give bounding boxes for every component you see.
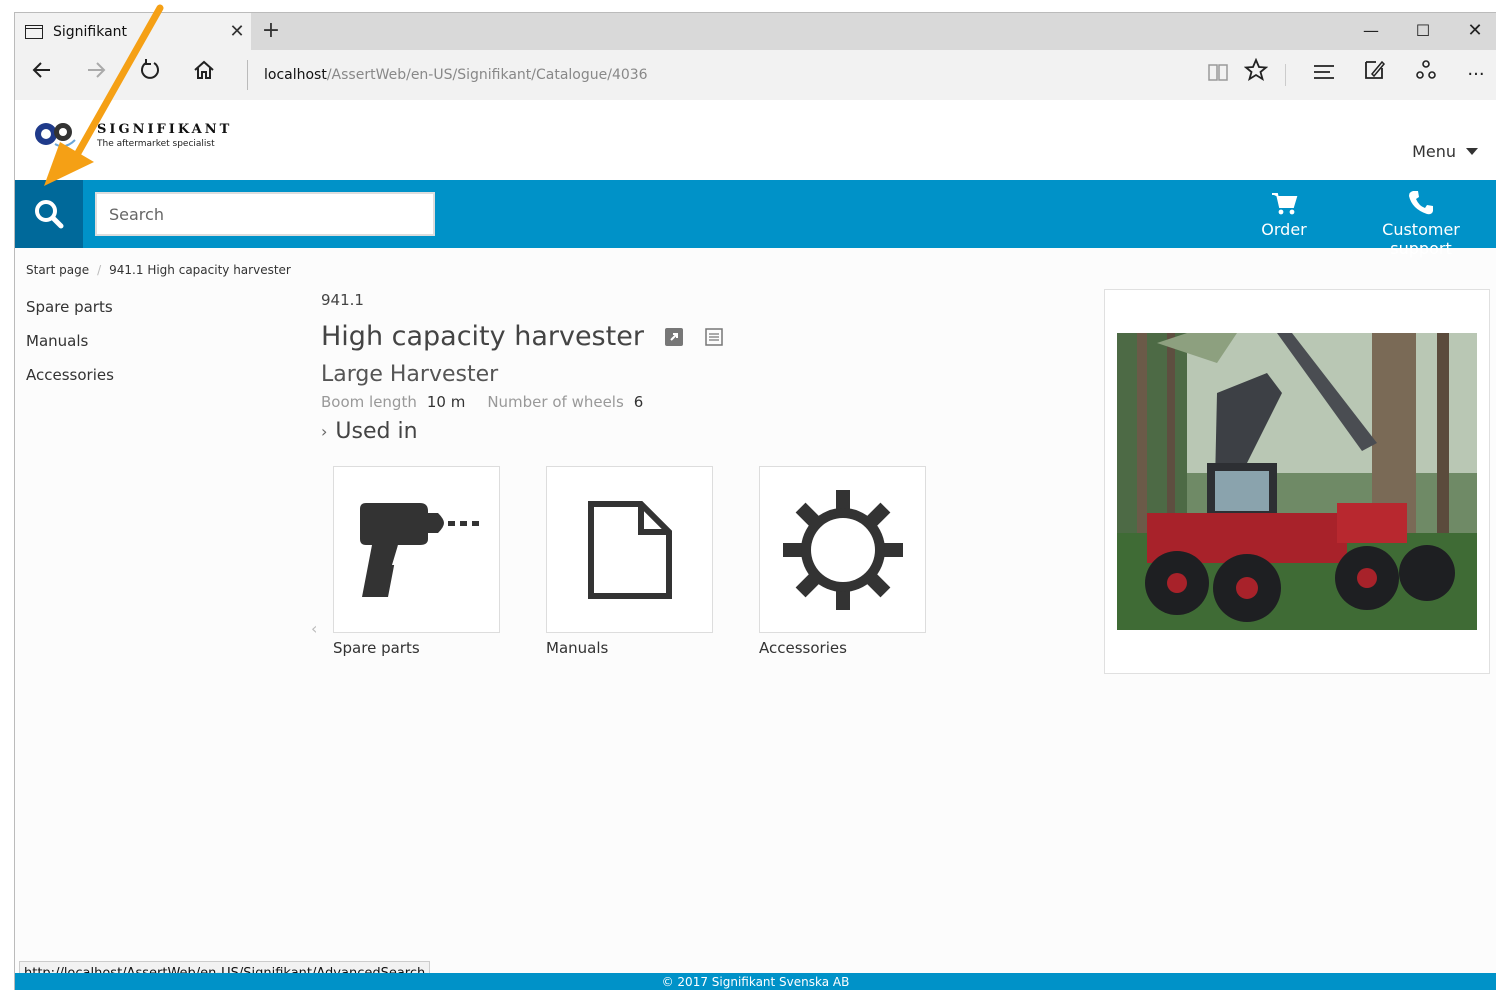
search-input[interactable] (95, 192, 435, 236)
back-button[interactable] (25, 58, 59, 92)
copyright-text: © 2017 Signifikant Svenska AB (661, 975, 850, 989)
hub-icon (1314, 65, 1334, 79)
sidebar-item-manuals[interactable]: Manuals (26, 331, 114, 365)
share-button[interactable] (1409, 58, 1443, 92)
brand-name: SIGNIFIKANT (97, 122, 233, 137)
drill-icon (359, 502, 479, 597)
product-details: 941.1 High capacity harvester Large Harv… (321, 291, 1081, 444)
close-tab-icon[interactable]: ✕ (223, 21, 251, 42)
category-cards: Spare parts Manuals Accessories (333, 466, 926, 657)
refresh-icon (141, 59, 159, 79)
minimize-button[interactable]: — (1345, 13, 1397, 50)
caret-down-icon (1466, 148, 1478, 155)
card-label: Manuals (546, 639, 609, 657)
cart-icon (1272, 193, 1298, 215)
property-label: Boom length (321, 393, 417, 411)
sidebar-item-spare-parts[interactable]: Spare parts (26, 297, 114, 331)
product-title: High capacity harvester (321, 321, 644, 352)
card-manuals[interactable]: Manuals (546, 466, 713, 657)
tab-signifikant[interactable]: Signifikant ✕ (15, 13, 251, 50)
tab-title: Signifikant (53, 23, 128, 40)
card-image[interactable] (333, 466, 500, 633)
page-icon (25, 24, 43, 39)
star-icon (1243, 57, 1269, 81)
share-icon (1416, 60, 1436, 79)
back-arrow-icon (32, 62, 50, 78)
carousel-prev-button[interactable]: ‹ (311, 619, 317, 638)
property-value: 10 m (426, 393, 466, 411)
advanced-search-button[interactable] (15, 180, 83, 248)
refresh-button[interactable] (133, 58, 167, 92)
web-note-button[interactable] (1357, 58, 1391, 92)
breadcrumb-current: 941.1 High capacity harvester (109, 263, 291, 277)
close-window-button[interactable]: ✕ (1449, 13, 1496, 50)
new-tab-button[interactable]: + (251, 13, 291, 50)
address-bar[interactable]: localhost/AssertWeb/en-US/Signifikant/Ca… (247, 60, 648, 90)
product-number: 941.1 (321, 291, 364, 309)
search-icon (35, 200, 64, 229)
brand-tagline: The aftermarket specialist (97, 139, 215, 149)
used-in-toggle[interactable]: › Used in (321, 419, 1081, 444)
support-label: Customer support (1382, 220, 1460, 258)
action-bar: Order Customer support (15, 180, 1496, 258)
browser-window: Signifikant ✕ + — ☐ ✕ localhost/AssertWe… (14, 12, 1496, 990)
sidebar-item-accessories[interactable]: Accessories (26, 365, 114, 399)
maximize-button[interactable]: ☐ (1397, 13, 1449, 50)
card-label: Spare parts (333, 639, 420, 657)
breadcrumb-separator: / (97, 263, 102, 277)
book-icon (1208, 64, 1228, 81)
forward-button[interactable] (79, 58, 113, 92)
breadcrumb-start-page[interactable]: Start page (26, 263, 89, 277)
pen-note-icon (1365, 60, 1386, 79)
product-image-panel (1104, 289, 1490, 674)
card-label: Accessories (759, 639, 847, 657)
customer-support-button[interactable]: Customer support (1349, 180, 1493, 258)
list-view-icon[interactable] (704, 327, 724, 347)
card-image[interactable] (546, 466, 713, 633)
forward-arrow-icon (88, 62, 106, 78)
home-button[interactable] (187, 58, 221, 92)
open-external-icon[interactable] (664, 327, 684, 347)
product-subtitle: Large Harvester (321, 362, 499, 387)
document-icon (587, 500, 672, 599)
toolbar-separator (1285, 64, 1286, 86)
menu-dropdown[interactable]: Menu (1412, 142, 1478, 161)
order-label: Order (1261, 220, 1307, 239)
chevron-right-icon: › (321, 422, 328, 441)
site-header: SIGNIFIKANT The aftermarket specialist M… (15, 100, 1496, 180)
home-icon (194, 60, 214, 79)
more-button[interactable]: ··· (1459, 58, 1493, 92)
property-label: Number of wheels (487, 393, 624, 411)
signifikant-logo-icon[interactable] (31, 116, 77, 152)
card-spare-parts[interactable]: Spare parts (333, 466, 500, 657)
url-path: /AssertWeb/en-US/Signifikant/Catalogue/4… (326, 67, 648, 83)
gear-icon (782, 489, 903, 610)
site-footer: © 2017 Signifikant Svenska AB (15, 973, 1496, 990)
card-image[interactable] (759, 466, 926, 633)
card-accessories[interactable]: Accessories (759, 466, 926, 657)
phone-icon (1409, 191, 1433, 215)
harvester-photo[interactable] (1117, 333, 1477, 630)
sidebar: Spare parts Manuals Accessories (26, 297, 114, 399)
order-button[interactable]: Order (1251, 180, 1317, 248)
product-properties: Boom length 10 m Number of wheels 6 (321, 393, 1081, 411)
hub-button[interactable] (1307, 58, 1341, 92)
favorite-button[interactable] (1239, 57, 1273, 92)
used-in-label: Used in (335, 419, 418, 444)
property-value: 6 (633, 393, 644, 411)
title-row: High capacity harvester (321, 321, 1081, 352)
tab-bar: Signifikant ✕ + — ☐ ✕ (15, 13, 1496, 50)
menu-label: Menu (1412, 142, 1456, 161)
navigation-bar: localhost/AssertWeb/en-US/Signifikant/Ca… (15, 50, 1496, 100)
breadcrumb: Start page / 941.1 High capacity harvester (26, 263, 291, 277)
reading-view-button[interactable] (1201, 58, 1235, 92)
url-host: localhost (264, 67, 327, 83)
